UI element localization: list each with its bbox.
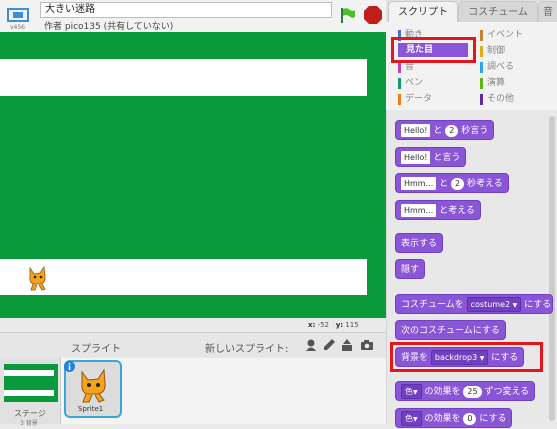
tab-costumes[interactable]: コスチューム <box>458 1 538 22</box>
block-switch-costume[interactable]: コスチュームを costume2 ▼ にする <box>395 294 553 314</box>
block-change-effect[interactable]: 色▼ の効果を 25 ずつ変える <box>395 381 536 401</box>
mouse-coordinates: x: -52 y: 115 <box>308 321 359 329</box>
block-say[interactable]: Hello! と言う <box>395 147 467 167</box>
category-pen[interactable]: ペン <box>398 77 423 90</box>
backdrop-count: 3 背景 <box>20 420 38 427</box>
author-label: 作者 pico135 (共有していない) <box>44 22 174 32</box>
cat-sprite-icon[interactable] <box>26 264 50 292</box>
tab-sounds[interactable]: 音 <box>538 1 557 22</box>
maze-wall-top <box>0 59 367 96</box>
block-hide[interactable]: 隠す <box>395 259 426 279</box>
category-operators[interactable]: 演算 <box>480 77 505 90</box>
tab-scripts[interactable]: スクリプト <box>388 1 458 22</box>
category-data[interactable]: データ <box>398 93 432 106</box>
block-think-for-secs[interactable]: Hmm... と 2 秒考える <box>395 173 509 193</box>
green-flag-icon[interactable] <box>338 6 356 24</box>
palette-scrollbar[interactable] <box>549 116 555 421</box>
cat-sprite-thumbnail <box>81 368 106 403</box>
block-think[interactable]: Hmm... と考える <box>395 200 481 220</box>
camera-icon[interactable] <box>360 338 374 352</box>
stage-thumbnail[interactable] <box>4 364 58 402</box>
stage-canvas[interactable] <box>0 32 386 318</box>
block-show[interactable]: 表示する <box>395 233 444 253</box>
block-next-costume[interactable]: 次のコスチュームにする <box>395 320 506 340</box>
fullscreen-icon[interactable] <box>7 8 29 22</box>
category-control[interactable]: 制御 <box>480 45 505 58</box>
category-sensing[interactable]: 調べる <box>480 61 514 74</box>
maze-wall-bottom <box>0 259 367 295</box>
new-sprite-label: 新しいスプライト: <box>205 344 289 355</box>
sprite-name: Sprite1 <box>78 405 104 413</box>
paint-sprite-icon[interactable] <box>322 338 336 352</box>
version-label: v456 <box>10 24 26 31</box>
stop-icon[interactable] <box>363 5 383 25</box>
category-events[interactable]: イベント <box>480 29 523 42</box>
block-say-for-secs[interactable]: Hello! と 2 秒言う <box>395 120 495 140</box>
category-more-blocks[interactable]: その他 <box>480 93 514 106</box>
info-icon[interactable] <box>64 361 75 372</box>
upload-sprite-icon[interactable] <box>340 338 354 352</box>
highlight-backdrop-block <box>390 342 543 372</box>
choose-sprite-icon[interactable] <box>304 338 318 352</box>
block-set-effect[interactable]: 色▼ の効果を 0 にする <box>395 408 513 428</box>
project-title-input[interactable]: 大きい迷路 <box>40 2 332 18</box>
sprite-pane-title: スプライト <box>71 344 121 355</box>
highlight-looks-category <box>391 37 476 63</box>
